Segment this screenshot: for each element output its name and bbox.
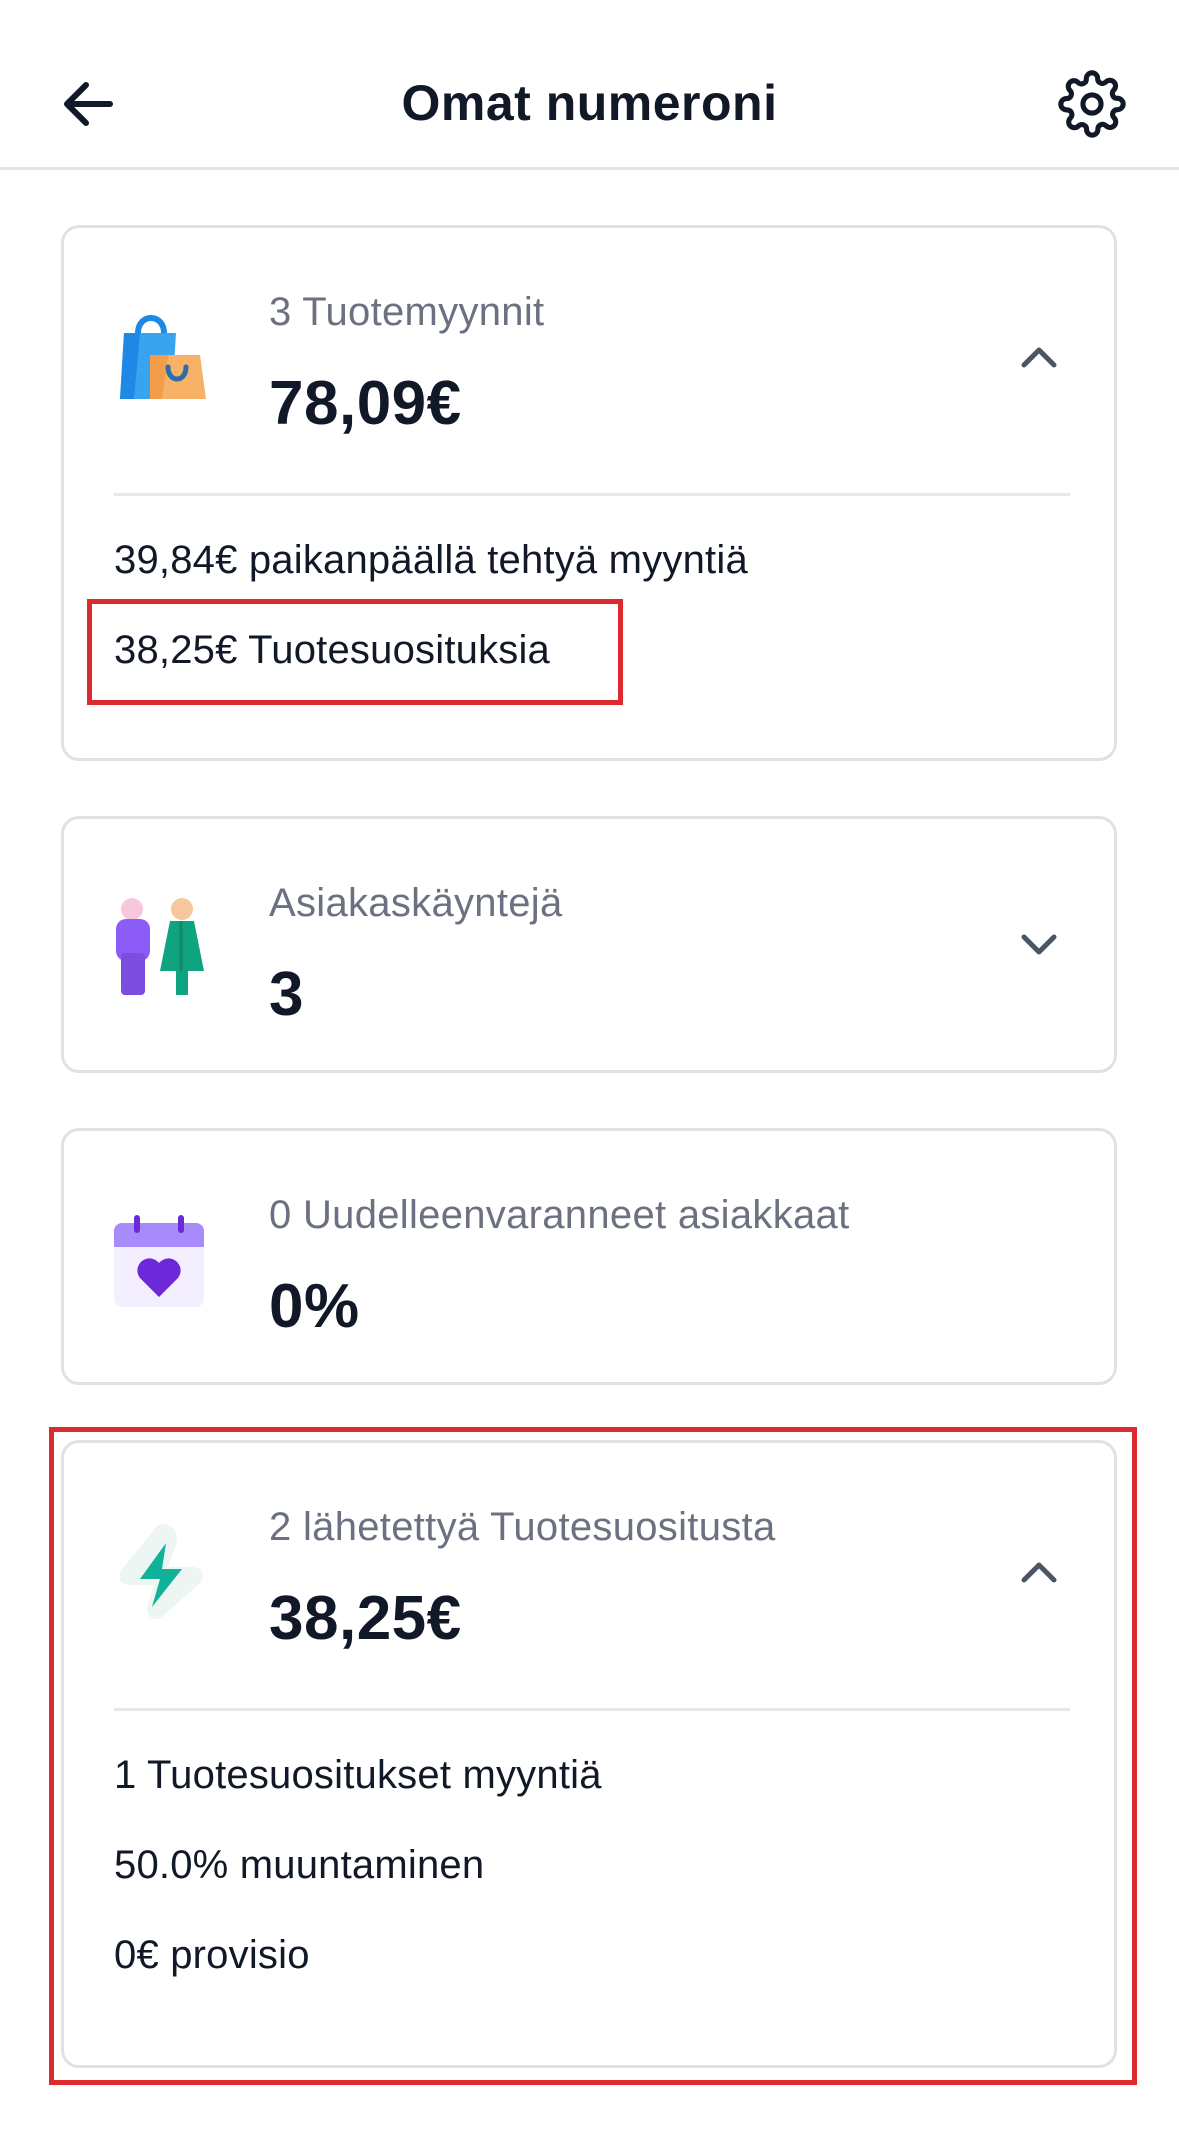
lightning-icon [110, 1521, 210, 1621]
card-value: 78,09€ [269, 369, 462, 438]
card-caption: 2 lähetettyä Tuotesuositusta [269, 1505, 776, 1549]
card-value: 38,25€ [269, 1584, 462, 1653]
card-value: 0% [269, 1272, 360, 1341]
detail-commission: 0€ provisio [114, 1933, 310, 1977]
settings-button[interactable] [1058, 70, 1126, 138]
chevron-down-icon [1021, 934, 1057, 955]
divider [114, 493, 1070, 496]
page-title: Omat numeroni [401, 75, 778, 131]
gear-icon [1058, 70, 1126, 138]
card-caption: 0 Uudelleenvaranneet asiakkaat [269, 1193, 850, 1237]
card-customer-visits: Asiakaskäyntejä 3 [61, 816, 1117, 1073]
card-caption: Asiakaskäyntejä [269, 881, 563, 925]
chevron-up-icon [1021, 347, 1057, 368]
people-icon [110, 897, 210, 997]
detail-recommendation-sales: 1 Tuotesuositukset myyntiä [114, 1753, 602, 1797]
expand-button[interactable] [1014, 919, 1064, 969]
shopping-bags-icon [110, 303, 210, 403]
detail-conversion: 50.0% muuntaminen [114, 1843, 485, 1887]
chevron-up-icon [1021, 1562, 1057, 1583]
collapse-button[interactable] [1014, 1548, 1064, 1598]
top-bar: Omat numeroni [0, 0, 1179, 170]
divider [114, 1708, 1070, 1711]
card-product-sales: 3 Tuotemyynnit 78,09€ 39,84€ paikanpääll… [61, 225, 1117, 761]
card-sent-recommendations: 2 lähetettyä Tuotesuositusta 38,25€ 1 Tu… [61, 1440, 1117, 2068]
calendar-heart-icon [110, 1213, 210, 1313]
card-caption: 3 Tuotemyynnit [269, 290, 545, 334]
collapse-button[interactable] [1014, 333, 1064, 383]
card-value: 3 [269, 960, 304, 1029]
detail-onsite-sales: 39,84€ paikanpäällä tehtyä myyntiä [114, 538, 748, 582]
detail-product-recommendations: 38,25€ Tuotesuosituksia [114, 628, 551, 672]
card-rebooked-customers: 0 Uudelleenvaranneet asiakkaat 0% [61, 1128, 1117, 1385]
